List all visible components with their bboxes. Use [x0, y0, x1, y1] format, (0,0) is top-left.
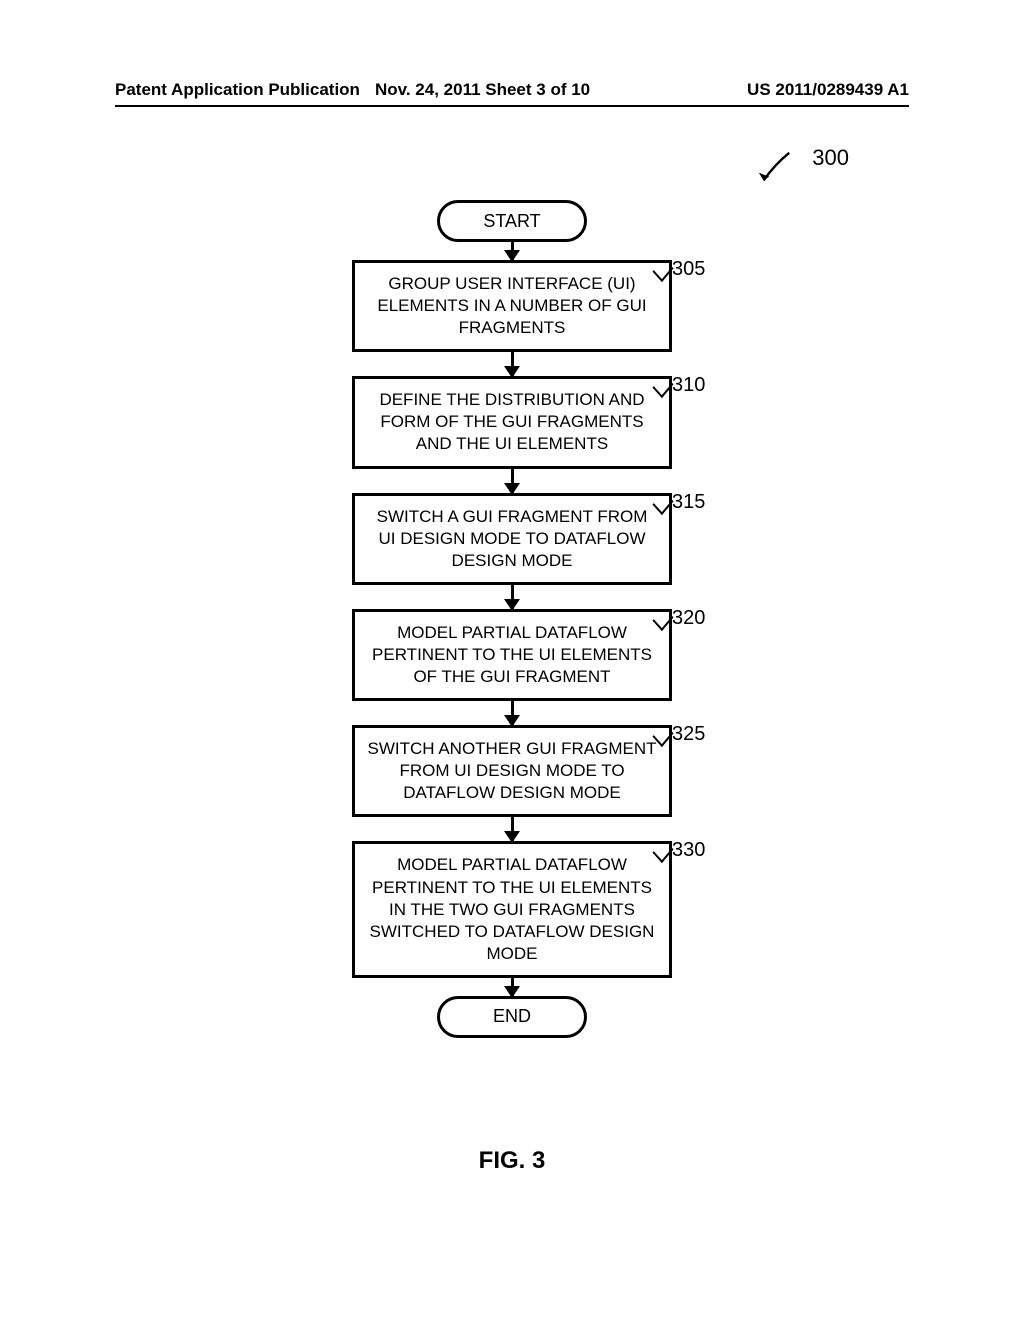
arrow-down-icon	[511, 978, 514, 996]
step-reference: 320	[672, 607, 705, 630]
arrow-down-icon	[511, 242, 514, 260]
diagram-reference-number: 300	[812, 145, 849, 171]
step-reference: 325	[672, 723, 705, 746]
start-terminal: START	[437, 200, 587, 242]
step-reference: 305	[672, 258, 705, 281]
flowchart-container: START GROUP USER INTERFACE (UI) ELEMENTS…	[212, 145, 812, 1038]
step-text: MODEL PARTIAL DATAFLOW PERTINENT TO THE …	[372, 623, 652, 686]
step-text: SWITCH A GUI FRAGMENT FROM UI DESIGN MOD…	[377, 507, 648, 570]
step-reference: 330	[672, 839, 705, 862]
header-center-text: Nov. 24, 2011 Sheet 3 of 10	[375, 80, 590, 100]
header-divider	[115, 105, 909, 107]
step-320: MODEL PARTIAL DATAFLOW PERTINENT TO THE …	[352, 609, 672, 701]
step-text: GROUP USER INTERFACE (UI) ELEMENTS IN A …	[377, 274, 646, 337]
start-label: START	[483, 211, 540, 232]
step-315: SWITCH A GUI FRAGMENT FROM UI DESIGN MOD…	[352, 493, 672, 585]
step-text: MODEL PARTIAL DATAFLOW PERTINENT TO THE …	[367, 854, 657, 964]
header-right-text: US 2011/0289439 A1	[747, 80, 909, 100]
figure-label: FIG. 3	[479, 1147, 546, 1175]
step-325: SWITCH ANOTHER GUI FRAGMENT FROM UI DESI…	[352, 725, 672, 817]
arrow-down-icon	[511, 352, 514, 376]
reference-tick-icon	[652, 607, 673, 631]
arrow-down-icon	[511, 469, 514, 493]
step-330: MODEL PARTIAL DATAFLOW PERTINENT TO THE …	[352, 841, 672, 977]
arrow-down-icon	[511, 701, 514, 725]
reference-tick-icon	[652, 374, 673, 398]
step-reference: 315	[672, 491, 705, 514]
step-305: GROUP USER INTERFACE (UI) ELEMENTS IN A …	[352, 260, 672, 352]
step-text: SWITCH ANOTHER GUI FRAGMENT FROM UI DESI…	[368, 739, 657, 802]
reference-tick-icon	[652, 258, 673, 282]
header-left-text: Patent Application Publication	[115, 80, 360, 100]
reference-tick-icon	[652, 490, 673, 514]
arrow-down-icon	[511, 817, 514, 841]
step-text: DEFINE THE DISTRIBUTION AND FORM OF THE …	[379, 390, 644, 453]
arrow-down-icon	[511, 585, 514, 609]
end-label: END	[493, 1006, 531, 1027]
end-terminal: END	[437, 996, 587, 1038]
step-310: DEFINE THE DISTRIBUTION AND FORM OF THE …	[352, 376, 672, 468]
step-reference: 310	[672, 374, 705, 397]
